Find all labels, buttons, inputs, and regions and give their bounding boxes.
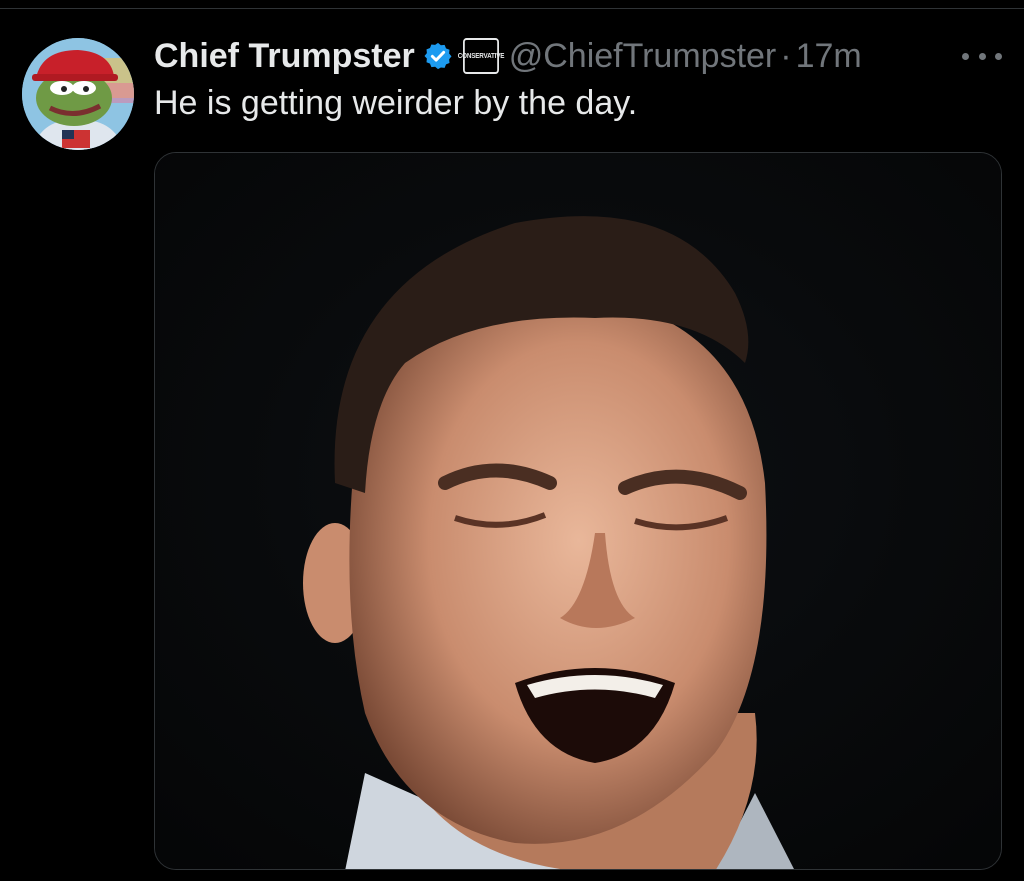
- more-options-icon[interactable]: [962, 44, 1002, 68]
- media-photo: [155, 153, 1001, 869]
- tweet-media[interactable]: [154, 152, 1002, 870]
- affiliate-badge[interactable]: CONSERVATIVE: [457, 38, 504, 74]
- display-name[interactable]: Chief Trumpster: [154, 37, 415, 76]
- avatar-image: [22, 38, 134, 150]
- separator: ·: [780, 36, 792, 75]
- verified-badge-icon: [424, 42, 452, 70]
- timestamp[interactable]: 17m: [796, 37, 862, 76]
- tweet-text: He is getting weirder by the day.: [154, 84, 638, 122]
- tweet-header: Chief Trumpster CONSERVATIVE @ChiefTrump…: [154, 34, 862, 78]
- more-dot: [962, 52, 969, 60]
- top-divider: [0, 8, 1024, 9]
- more-dot: [995, 52, 1002, 60]
- more-dot: [978, 52, 986, 60]
- avatar[interactable]: [22, 38, 134, 150]
- author-handle[interactable]: @ChiefTrumpster: [509, 37, 777, 76]
